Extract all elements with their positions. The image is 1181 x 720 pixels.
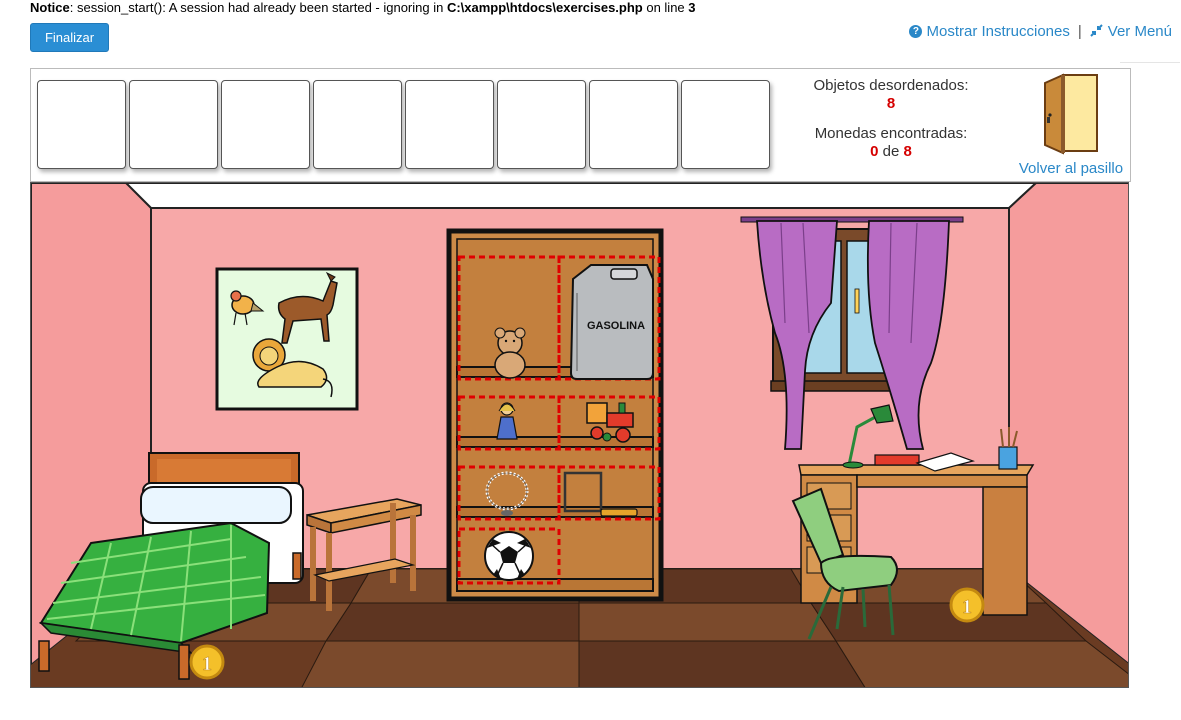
coins-total: 8 xyxy=(903,143,912,160)
show-menu-label: Ver Menú xyxy=(1107,23,1172,40)
disordered-count: 8 xyxy=(886,95,896,112)
notice-file: C:\xampp\htdocs\exercises.php xyxy=(446,0,643,15)
show-instructions-label: Mostrar Instrucciones xyxy=(926,23,1070,40)
coins-label: Monedas encontradas: xyxy=(814,125,968,142)
coins-of: de xyxy=(878,143,904,160)
top-links: ? Mostrar Instrucciones | Ver Menú xyxy=(909,23,1172,40)
inventory-slot[interactable] xyxy=(129,80,218,169)
bedroom-scene: GASOLINA 1 1 xyxy=(30,182,1129,688)
inventory-slot[interactable] xyxy=(681,80,770,169)
question-circle-icon: ? xyxy=(909,25,923,38)
back-to-hallway[interactable]: Volver al pasillo xyxy=(1011,73,1131,177)
gold-coin[interactable]: 1 xyxy=(949,587,985,623)
header-divider xyxy=(1120,62,1180,63)
coin-digit: 1 xyxy=(962,596,972,618)
notice-label: Notice xyxy=(30,0,70,15)
link-separator: | xyxy=(1077,23,1082,40)
coins-count: 0 de 8 xyxy=(801,143,981,161)
disordered-label: Objetos desordenados: xyxy=(813,77,969,94)
gold-coin[interactable]: 1 xyxy=(189,644,225,680)
inventory-slot[interactable] xyxy=(497,80,586,169)
ceiling xyxy=(124,183,1038,209)
inventory-slot[interactable] xyxy=(405,80,494,169)
finalizar-button[interactable]: Finalizar xyxy=(30,23,109,52)
notice-message: : session_start(): A session had already… xyxy=(69,0,447,15)
game-status-panel: Objetos desordenados: 8 Monedas encontra… xyxy=(30,68,1131,182)
door-icon xyxy=(1044,73,1098,155)
gasoline-can[interactable]: GASOLINA xyxy=(569,264,654,380)
php-notice: Notice: session_start(): A session had a… xyxy=(30,0,696,16)
inventory-slot[interactable] xyxy=(37,80,126,169)
notice-line-number: 3 xyxy=(688,0,696,15)
inventory-slot[interactable] xyxy=(313,80,402,169)
animal-picture[interactable] xyxy=(215,267,359,411)
coin-digit: 1 xyxy=(202,653,212,675)
back-to-hallway-label: Volver al pasillo xyxy=(1018,160,1124,177)
show-instructions-link[interactable]: ? Mostrar Instrucciones xyxy=(909,23,1070,40)
compress-icon xyxy=(1090,23,1103,40)
notice-line-text: on line xyxy=(642,0,689,15)
inventory-slot[interactable] xyxy=(589,80,678,169)
show-menu-link[interactable]: Ver Menú xyxy=(1090,23,1172,40)
gasoline-label: GASOLINA xyxy=(587,320,645,332)
soccer-ball[interactable] xyxy=(484,531,534,581)
inventory-slot[interactable] xyxy=(221,80,310,169)
inventory-slots xyxy=(37,80,770,169)
game-stats: Objetos desordenados: 8 Monedas encontra… xyxy=(801,77,981,161)
